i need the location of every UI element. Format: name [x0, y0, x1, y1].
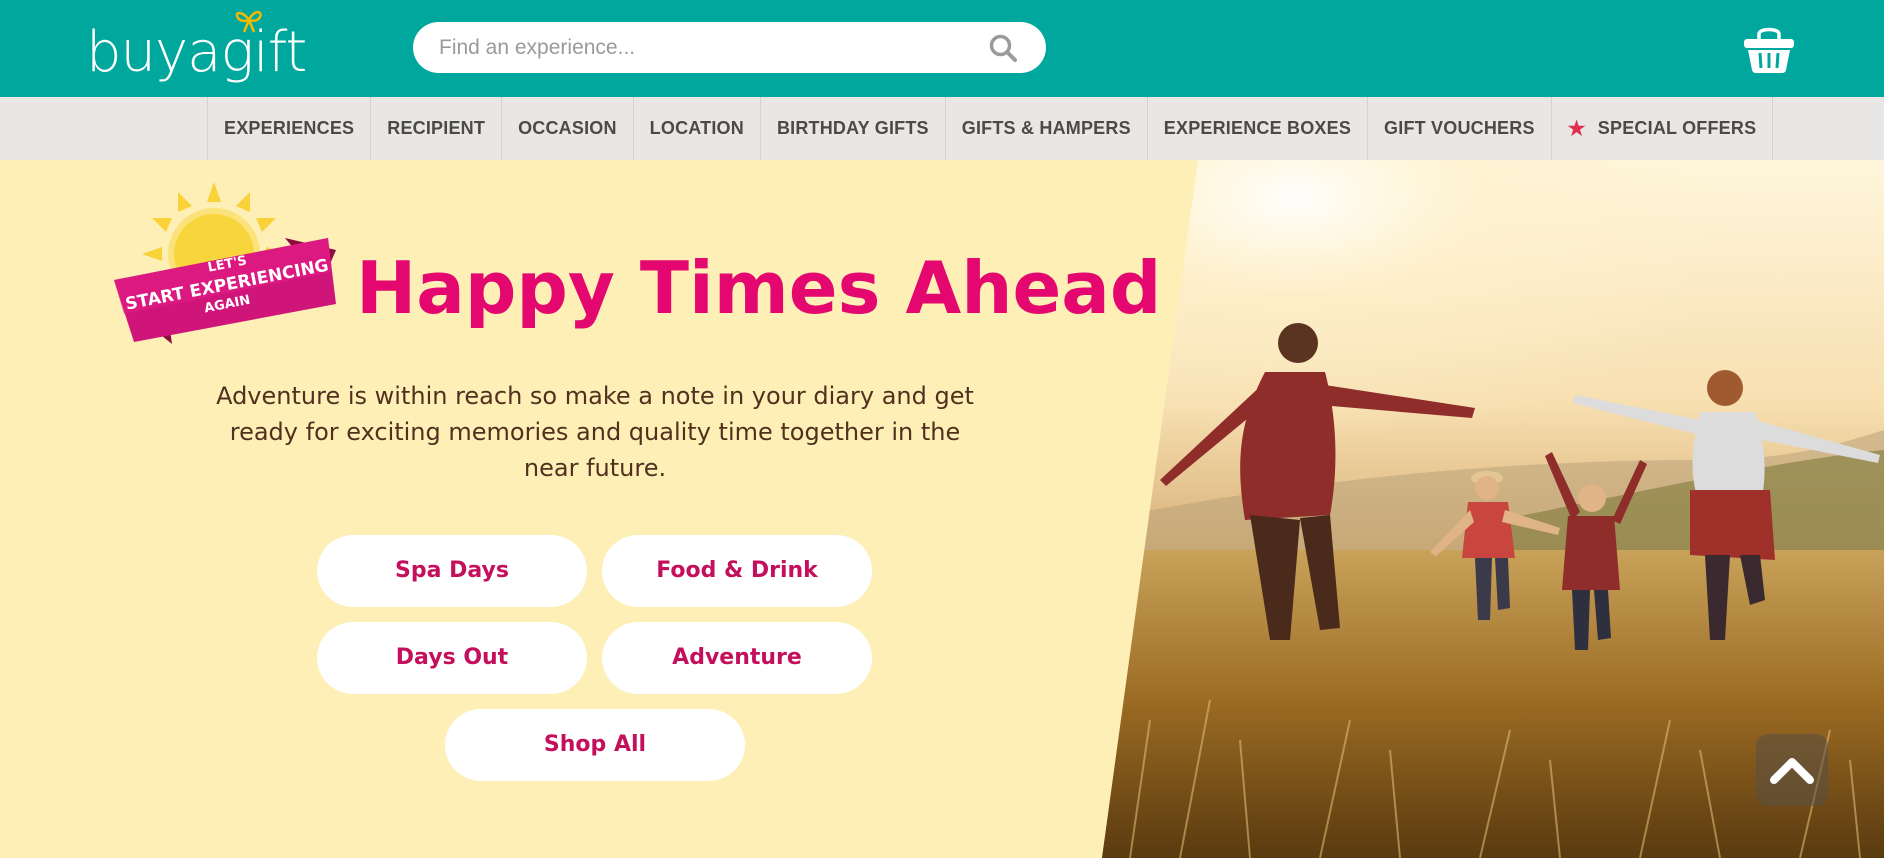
nav-item-special-offers[interactable]: ★ SPECIAL OFFERS: [1552, 97, 1774, 160]
nav-item-gifts-hampers[interactable]: GIFTS & HAMPERS: [946, 97, 1148, 160]
nav-item-gift-vouchers[interactable]: GIFT VOUCHERS: [1368, 97, 1552, 160]
nav-item-label: LOCATION: [649, 118, 744, 138]
nav-item-birthday-gifts[interactable]: BIRTHDAY GIFTS: [761, 97, 946, 160]
site-header: buyagift: [0, 0, 1884, 97]
star-icon: ★: [1567, 118, 1586, 140]
adventure-button[interactable]: Adventure: [602, 622, 872, 694]
nav-item-label: BIRTHDAY GIFTS: [776, 118, 929, 138]
search-bar: [413, 22, 1046, 73]
nav-item-experiences[interactable]: EXPERIENCES: [208, 97, 372, 160]
back-to-top-button[interactable]: [1756, 734, 1828, 806]
search-icon[interactable]: [988, 33, 1018, 63]
logo-text: buyagift: [86, 20, 307, 85]
hero-headline: Happy Times Ahead: [356, 246, 1162, 330]
shop-all-button[interactable]: Shop All: [445, 709, 745, 781]
nav-item-label: RECIPIENT: [387, 118, 486, 138]
buyagift-logo[interactable]: buyagift: [86, 10, 307, 88]
main-nav: EXPERIENCES RECIPIENT OCCASION LOCATION …: [0, 97, 1884, 160]
nav-item-label: GIFTS & HAMPERS: [961, 118, 1131, 138]
nav-item-label: SPECIAL OFFERS: [1597, 118, 1757, 138]
search-input[interactable]: [439, 22, 979, 73]
food-drink-button[interactable]: Food & Drink: [602, 535, 872, 607]
nav-item-label: EXPERIENCE BOXES: [1163, 118, 1352, 138]
hero-intro-text: Adventure is within reach so make a note…: [216, 382, 974, 482]
nav-item-occasion[interactable]: OCCASION: [502, 97, 634, 160]
nav-item-recipient[interactable]: RECIPIENT: [371, 97, 503, 160]
spa-days-button[interactable]: Spa Days: [317, 535, 587, 607]
nav-item-label: EXPERIENCES: [224, 118, 355, 138]
hero-banner: LET'S START EXPERIENCING AGAIN Happy Tim…: [0, 160, 1884, 858]
bow-icon: [235, 10, 262, 33]
nav-item-location[interactable]: LOCATION: [634, 97, 761, 160]
nav-item-experience-boxes[interactable]: EXPERIENCE BOXES: [1148, 97, 1369, 160]
nav-item-label: GIFT VOUCHERS: [1384, 118, 1535, 138]
chevron-up-icon: [1770, 758, 1814, 784]
lets-start-experiencing-badge: LET'S START EXPERIENCING AGAIN: [114, 182, 336, 344]
days-out-button[interactable]: Days Out: [317, 622, 587, 694]
nav-item-label: OCCASION: [518, 118, 617, 138]
basket-icon[interactable]: [1742, 24, 1796, 74]
